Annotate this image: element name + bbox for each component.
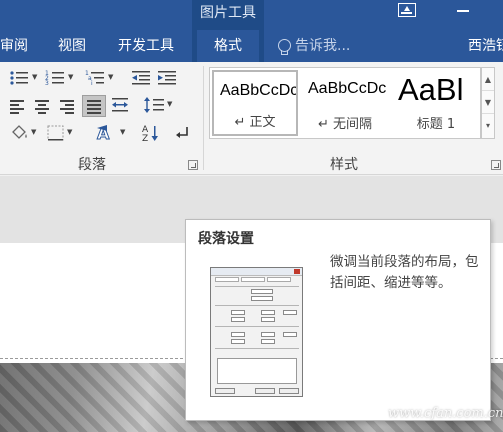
align-right-button[interactable] bbox=[56, 96, 78, 116]
styles-launcher-icon[interactable] bbox=[491, 160, 501, 170]
shading-dropdown-icon[interactable]: ▼ bbox=[31, 128, 36, 136]
numbering-button[interactable]: 1 2 3 bbox=[44, 69, 66, 89]
style-no-spacing[interactable]: AaBbCcDc ↵ 无间隔 bbox=[302, 70, 388, 136]
tab-view[interactable]: 视图 bbox=[50, 30, 94, 62]
borders-button[interactable] bbox=[45, 124, 67, 144]
text-effects-button[interactable]: A bbox=[95, 123, 117, 144]
numbering-icon: 1 2 3 bbox=[45, 70, 64, 87]
tooltip-description: 微调当前段落的布局，包括间距、缩进等等。 bbox=[330, 254, 479, 291]
restore-icon[interactable] bbox=[398, 3, 416, 17]
center-icon bbox=[35, 100, 49, 114]
gallery-more-icon[interactable]: ▾ bbox=[482, 114, 494, 137]
minimize-icon[interactable] bbox=[457, 10, 469, 12]
show-marks-button[interactable] bbox=[173, 124, 195, 144]
dialog-launcher-icon[interactable] bbox=[188, 160, 198, 170]
contextual-group-label: 图片工具 bbox=[200, 5, 256, 21]
increase-indent-icon bbox=[158, 71, 176, 85]
paragraph-dialog-thumbnail bbox=[210, 267, 303, 397]
style-name-normal: ↵ 正文 bbox=[234, 115, 276, 130]
tooltip-title: 段落设置 bbox=[198, 231, 254, 247]
align-left-icon bbox=[10, 100, 24, 114]
sort-button[interactable]: A Z bbox=[140, 123, 162, 144]
svg-text:3: 3 bbox=[45, 80, 49, 87]
svg-text:Z: Z bbox=[142, 134, 148, 143]
style-name-heading-1: 标题 1 bbox=[416, 117, 456, 132]
justify-icon bbox=[87, 100, 101, 114]
distributed-button[interactable] bbox=[109, 96, 131, 116]
style-sample-heading-1: AaBl bbox=[398, 72, 464, 107]
multilevel-dropdown-icon[interactable]: ▼ bbox=[108, 73, 113, 81]
multilevel-list-button[interactable]: 1 a i bbox=[84, 69, 106, 89]
numbering-dropdown-icon[interactable]: ▼ bbox=[68, 73, 73, 81]
shading-button[interactable] bbox=[9, 124, 31, 144]
gallery-up-icon[interactable]: ▲ bbox=[482, 68, 494, 91]
borders-icon bbox=[47, 125, 64, 141]
text-effects-icon: A bbox=[97, 124, 111, 144]
svg-text:i: i bbox=[91, 80, 93, 87]
decrease-indent-icon bbox=[132, 71, 150, 85]
paragraph-settings-tooltip: 段落设置 微调当前段落的布局，包括间距、缩进等等。 bbox=[185, 219, 491, 421]
tab-format[interactable]: 格式 bbox=[197, 30, 259, 62]
styles-gallery: AaBbCcDc ↵ 正文 AaBbCcDc ↵ 无间隔 AaBl 标题 1 bbox=[209, 67, 481, 139]
style-sample-normal: AaBbCcDc bbox=[220, 82, 298, 99]
line-spacing-button[interactable] bbox=[143, 96, 165, 116]
text-effects-dropdown-icon[interactable]: ▼ bbox=[120, 128, 125, 136]
tab-review[interactable]: 审阅 bbox=[0, 30, 31, 62]
ribbon-body: ▼ 1 2 3 ▼ 1 a i ▼ ▼ ▼ ▼ A ▼ A Z 段落 AaBbC… bbox=[0, 62, 503, 175]
shading-icon bbox=[12, 125, 27, 139]
align-right-icon bbox=[60, 100, 74, 114]
style-name-no-spacing: ↵ 无间隔 bbox=[317, 117, 373, 132]
styles-gallery-scroll: ▲ ▼ ▾ bbox=[481, 67, 495, 139]
paragraph-group-label: 段落 bbox=[78, 157, 106, 173]
style-sample-no-spacing: AaBbCcDc bbox=[308, 80, 387, 97]
styles-group-label: 样式 bbox=[330, 157, 358, 173]
align-left-button[interactable] bbox=[6, 96, 28, 116]
user-account-name[interactable]: 西浩钰 bbox=[468, 30, 503, 62]
show-marks-icon bbox=[176, 127, 188, 138]
bullets-button[interactable] bbox=[8, 69, 30, 89]
ribbon-title-bar: 图片工具 审阅 视图 开发工具 格式 告诉我... 西浩钰 bbox=[0, 0, 503, 62]
line-spacing-icon bbox=[144, 97, 164, 113]
decrease-indent-button[interactable] bbox=[130, 69, 152, 89]
group-separator bbox=[203, 66, 204, 170]
bullets-dropdown-icon[interactable]: ▼ bbox=[32, 73, 37, 81]
watermark-text: www.cfan.com.cn bbox=[388, 406, 503, 421]
multilevel-list-icon: 1 a i bbox=[85, 70, 104, 87]
gallery-down-icon[interactable]: ▼ bbox=[482, 91, 494, 114]
increase-indent-button[interactable] bbox=[156, 69, 178, 89]
bullets-icon bbox=[10, 71, 28, 85]
style-heading-1[interactable]: AaBl 标题 1 bbox=[392, 70, 480, 136]
center-button[interactable] bbox=[31, 96, 53, 116]
tell-me-search[interactable]: 告诉我... bbox=[278, 30, 350, 62]
tab-developer[interactable]: 开发工具 bbox=[111, 30, 181, 62]
line-spacing-dropdown-icon[interactable]: ▼ bbox=[167, 100, 172, 108]
justify-button[interactable] bbox=[82, 95, 106, 117]
borders-dropdown-icon[interactable]: ▼ bbox=[67, 128, 72, 136]
style-normal[interactable]: AaBbCcDc ↵ 正文 bbox=[212, 70, 298, 136]
distributed-icon bbox=[112, 98, 128, 112]
lightbulb-icon bbox=[278, 38, 291, 55]
sort-icon: A Z bbox=[142, 125, 158, 144]
tell-me-placeholder: 告诉我... bbox=[295, 38, 351, 54]
